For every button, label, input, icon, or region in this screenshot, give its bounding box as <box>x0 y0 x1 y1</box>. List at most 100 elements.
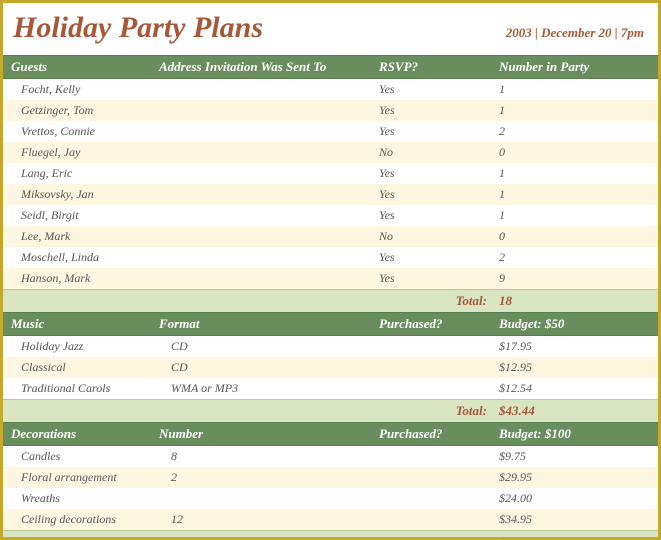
table-row: Candles8 $9.75 <box>3 446 658 467</box>
guest-name: Fluegel, Jay <box>3 142 153 163</box>
guest-num: 2 <box>493 121 653 142</box>
table-row: Seidl, Birgit Yes1 <box>3 205 658 226</box>
guest-num: 1 <box>493 205 653 226</box>
table-row: Wreaths $24.00 <box>3 488 658 509</box>
music-cost: $17.95 <box>493 336 653 357</box>
guest-rsvp: Yes <box>373 163 493 184</box>
decor-num: 8 <box>153 446 373 467</box>
music-total-value: $43.44 <box>493 400 653 422</box>
decor-num: 2 <box>153 467 373 488</box>
total-label: Total: <box>3 400 493 422</box>
guest-addr <box>153 247 373 268</box>
guest-name: Getzinger, Tom <box>3 100 153 121</box>
guest-rsvp: Yes <box>373 121 493 142</box>
guest-name: Moschell, Linda <box>3 247 153 268</box>
guests-total-row: Total: 18 <box>3 289 658 312</box>
music-cost: $12.95 <box>493 357 653 378</box>
guest-rsvp: Yes <box>373 268 493 289</box>
header: Holiday Party Plans 2003 | December 20 |… <box>3 3 658 55</box>
guest-rsvp: No <box>373 142 493 163</box>
decorations-header-row: Decorations Number Purchased? Budget: $1… <box>3 422 658 446</box>
music-cost: $12.54 <box>493 378 653 399</box>
event-datetime: 2003 | December 20 | 7pm <box>506 25 644 41</box>
guests-col-number: Number in Party <box>493 56 653 78</box>
table-row: Focht, Kelly Yes1 <box>3 79 658 100</box>
table-row: Vrettos, Connie Yes2 <box>3 121 658 142</box>
guest-name: Seidl, Birgit <box>3 205 153 226</box>
music-total-row: Total: $43.44 <box>3 399 658 422</box>
table-row: Ceiling decorations12 $34.95 <box>3 509 658 530</box>
guest-num: 9 <box>493 268 653 289</box>
decor-name: Ceiling decorations <box>3 509 153 530</box>
page-container: Holiday Party Plans 2003 | December 20 |… <box>0 0 661 540</box>
total-label: Total: <box>3 531 493 540</box>
guest-name: Lang, Eric <box>3 163 153 184</box>
guest-name: Focht, Kelly <box>3 79 153 100</box>
decor-num <box>153 488 373 509</box>
music-col-name: Music <box>3 313 153 335</box>
table-row: Holiday JazzCD$17.95 <box>3 336 658 357</box>
guest-addr <box>153 121 373 142</box>
guest-name: Lee, Mark <box>3 226 153 247</box>
decor-purchased <box>373 509 493 530</box>
decor-name: Floral arrangement <box>3 467 153 488</box>
decor-col-number: Number <box>153 423 373 445</box>
decor-num: 12 <box>153 509 373 530</box>
music-purchased <box>373 336 493 357</box>
decorations-total-row: Total: $98.65 <box>3 530 658 540</box>
guests-header-row: Guests Address Invitation Was Sent To RS… <box>3 55 658 79</box>
guests-col-rsvp: RSVP? <box>373 56 493 78</box>
guest-num: 0 <box>493 226 653 247</box>
guest-rsvp: Yes <box>373 205 493 226</box>
decor-name: Candles <box>3 446 153 467</box>
table-row: ClassicalCD $12.95 <box>3 357 658 378</box>
decor-col-name: Decorations <box>3 423 153 445</box>
table-row: Floral arrangement2$29.95 <box>3 467 658 488</box>
guest-name: Miksovsky, Jan <box>3 184 153 205</box>
decor-purchased <box>373 446 493 467</box>
guest-rsvp: No <box>373 226 493 247</box>
guest-addr <box>153 163 373 184</box>
music-col-purchased: Purchased? <box>373 313 493 335</box>
table-row: Traditional CarolsWMA or MP3$12.54 <box>3 378 658 399</box>
decor-cost: $24.00 <box>493 488 653 509</box>
guest-addr <box>153 79 373 100</box>
music-format: CD <box>153 357 373 378</box>
guest-name: Hanson, Mark <box>3 268 153 289</box>
total-label: Total: <box>3 290 493 312</box>
decor-cost: $9.75 <box>493 446 653 467</box>
guest-rsvp: Yes <box>373 184 493 205</box>
guest-addr <box>153 184 373 205</box>
decor-name: Wreaths <box>3 488 153 509</box>
guest-num: 0 <box>493 142 653 163</box>
decor-col-budget: Budget: $100 <box>493 423 653 445</box>
table-row: Lee, Mark No0 <box>3 226 658 247</box>
table-row: Miksovsky, Jan Yes1 <box>3 184 658 205</box>
table-row: Lang, EricYes1 <box>3 163 658 184</box>
guest-rsvp: Yes <box>373 79 493 100</box>
guest-addr <box>153 226 373 247</box>
music-name: Classical <box>3 357 153 378</box>
guest-rsvp: Yes <box>373 100 493 121</box>
guest-num: 1 <box>493 79 653 100</box>
music-header-row: Music Format Purchased? Budget: $50 <box>3 312 658 336</box>
guest-rsvp: Yes <box>373 247 493 268</box>
guest-num: 2 <box>493 247 653 268</box>
guests-col-name: Guests <box>3 56 153 78</box>
music-purchased <box>373 378 493 399</box>
decorations-total-value: $98.65 <box>493 531 653 540</box>
decor-col-purchased: Purchased? <box>373 423 493 445</box>
decor-purchased <box>373 488 493 509</box>
music-purchased <box>373 357 493 378</box>
guest-num: 1 <box>493 184 653 205</box>
table-row: Fluegel, Jay No0 <box>3 142 658 163</box>
page-title: Holiday Party Plans <box>13 11 263 45</box>
guest-name: Vrettos, Connie <box>3 121 153 142</box>
guest-addr <box>153 205 373 226</box>
music-col-budget: Budget: $50 <box>493 313 653 335</box>
music-format: CD <box>153 336 373 357</box>
decor-cost: $34.95 <box>493 509 653 530</box>
music-format: WMA or MP3 <box>153 378 373 399</box>
table-row: Hanson, Mark Yes9 <box>3 268 658 289</box>
music-col-format: Format <box>153 313 373 335</box>
